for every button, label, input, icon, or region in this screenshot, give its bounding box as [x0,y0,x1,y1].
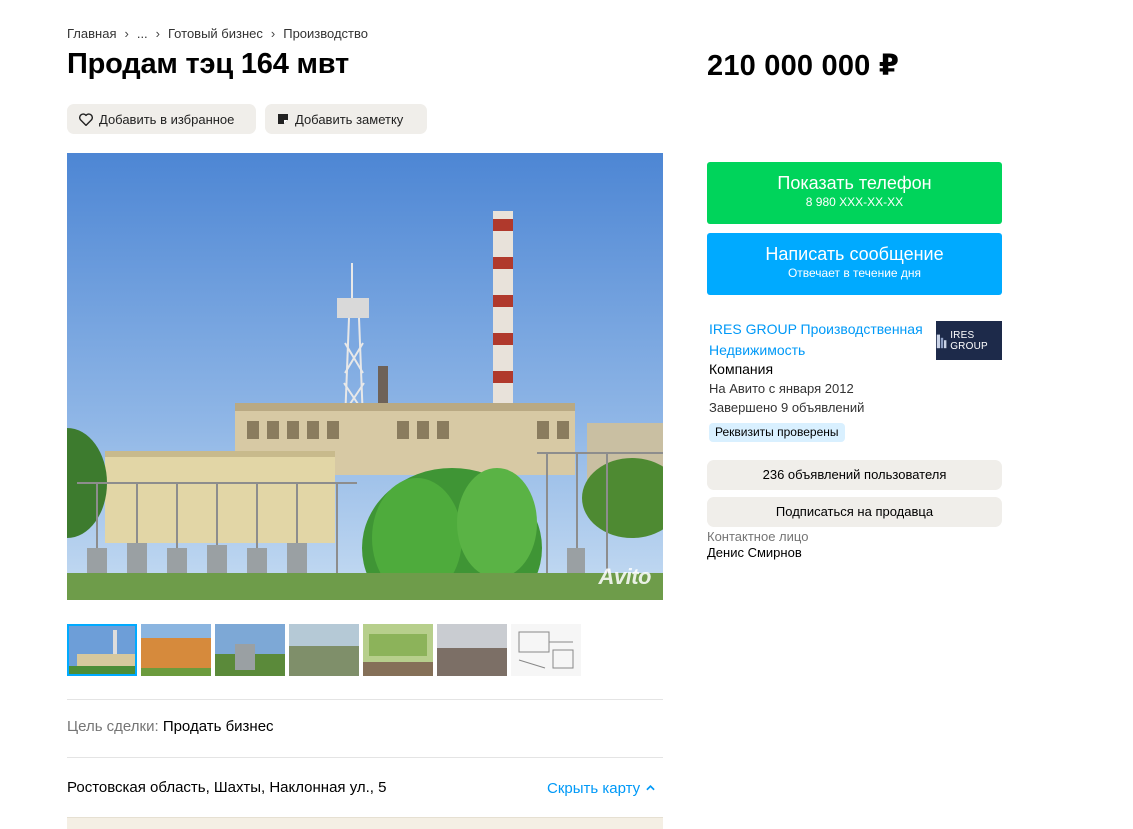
add-note-label: Добавить заметку [295,111,404,127]
thumbnail-3[interactable] [215,624,285,676]
building-icon [936,334,947,348]
verified-badge[interactable]: Реквизиты проверены [709,423,845,442]
thumbnail-6[interactable] [437,624,507,676]
user-ads-button[interactable]: 236 объявлений пользователя [707,460,1002,490]
watermark: Avito [598,564,652,589]
thumbnail-7[interactable] [511,624,581,676]
thumbnail-2[interactable] [141,624,211,676]
deal-purpose-label: Цель сделки: [67,718,159,735]
deal-purpose: Цель сделки: Продать бизнес [67,718,274,735]
breadcrumb: Главная › ... › Готовый бизнес › Произво… [67,26,368,41]
listing-price: 210 000 000 ₽ [707,50,900,82]
show-phone-button[interactable]: Показать телефон 8 980 XXX-XX-XX [707,162,1002,224]
hide-map-label: Скрыть карту [547,780,641,797]
add-to-favorites-button[interactable]: Добавить в избранное [67,104,256,134]
contact-person-name: Денис Смирнов [707,545,802,560]
thumbnail-strip [67,624,581,676]
seller-logo[interactable]: IRES GROUP [936,321,1002,360]
chevron-right-icon: › [124,26,129,41]
response-time: Отвечает в течение дня [787,266,922,280]
phone-number: 8 980 XXX-XX-XX [805,195,904,209]
seller-name-link[interactable]: IRES GROUP Производственная Недвижимость [709,319,931,361]
seller-type: Компания [709,361,774,377]
seller-logo-text: IRES GROUP [950,329,988,352]
page-title: Продам тэц 164 мвт [67,48,349,80]
breadcrumb-home[interactable]: Главная [67,26,116,41]
add-note-button[interactable]: Добавить заметку [265,104,427,134]
hide-map-link[interactable]: Скрыть карту [547,780,656,797]
subscribe-seller-button[interactable]: Подписаться на продавца [707,497,1002,527]
write-message-button[interactable]: Написать сообщение Отвечает в течение дн… [707,233,1002,295]
write-message-label: Написать сообщение [765,244,944,264]
seller-since: На Авито с января 2012 [709,381,854,396]
seller-completed-ads: Завершено 9 объявлений [709,400,865,415]
breadcrumb-ready-business[interactable]: Готовый бизнес [168,26,263,41]
heart-icon [79,112,93,126]
chevron-up-icon [646,785,656,791]
map-preview[interactable] [67,817,663,829]
address: Ростовская область, Шахты, Наклонная ул.… [67,779,387,796]
divider [67,757,663,758]
main-photo[interactable]: Avito [67,153,663,600]
note-icon [278,114,288,124]
thumbnail-5[interactable] [363,624,433,676]
show-phone-label: Показать телефон [777,173,932,193]
contact-person-label: Контактное лицо [707,529,809,544]
deal-purpose-value: Продать бизнес [162,718,274,735]
divider [67,699,663,700]
breadcrumb-ellipsis[interactable]: ... [137,26,148,41]
breadcrumb-production[interactable]: Производство [283,26,368,41]
thumbnail-1[interactable] [67,624,137,676]
thumbnail-4[interactable] [289,624,359,676]
chevron-right-icon: › [155,26,161,41]
add-to-favorites-label: Добавить в избранное [99,111,235,127]
chevron-right-icon: › [270,26,276,41]
